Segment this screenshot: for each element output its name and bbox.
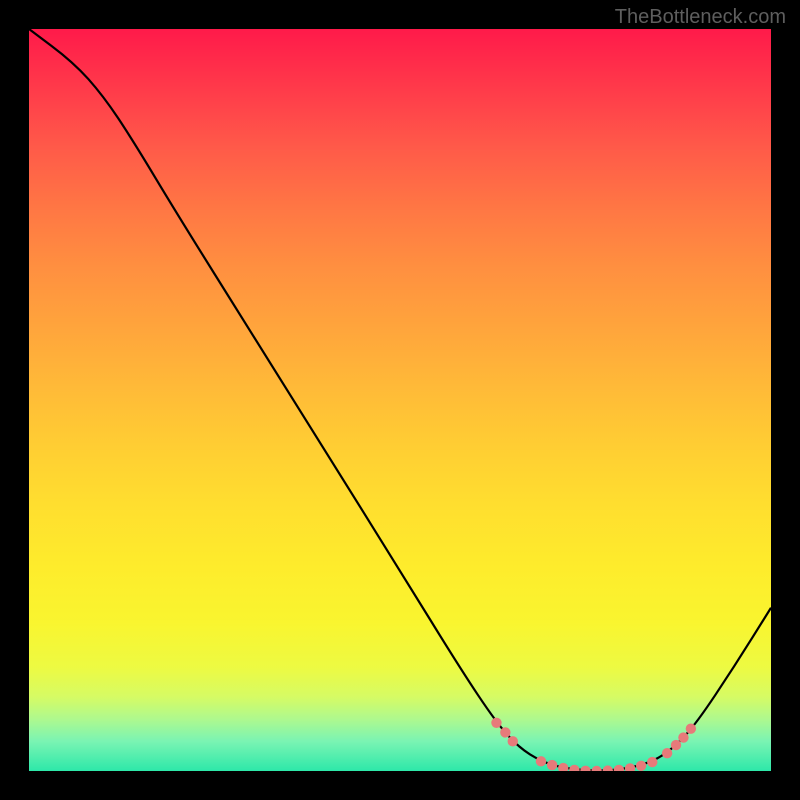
data-marker (678, 732, 688, 742)
data-marker (625, 763, 635, 771)
data-marker (580, 766, 590, 771)
data-marker (591, 766, 601, 771)
data-marker (636, 761, 646, 771)
watermark-text: TheBottleneck.com (615, 6, 786, 29)
chart-plot-area (29, 29, 771, 771)
chart-curve-layer (29, 29, 771, 771)
data-marker (671, 740, 681, 750)
data-marker (569, 765, 579, 771)
data-marker (491, 718, 501, 728)
data-marker (558, 763, 568, 771)
data-marker (547, 760, 557, 770)
data-marker (603, 765, 613, 771)
data-marker (614, 765, 624, 771)
bottleneck-curve (29, 29, 771, 771)
data-marker (662, 748, 672, 758)
data-marker (536, 756, 546, 766)
data-marker (647, 757, 657, 767)
marker-group (491, 718, 696, 771)
data-marker (508, 736, 518, 746)
data-marker (500, 727, 510, 737)
data-marker (686, 724, 696, 734)
